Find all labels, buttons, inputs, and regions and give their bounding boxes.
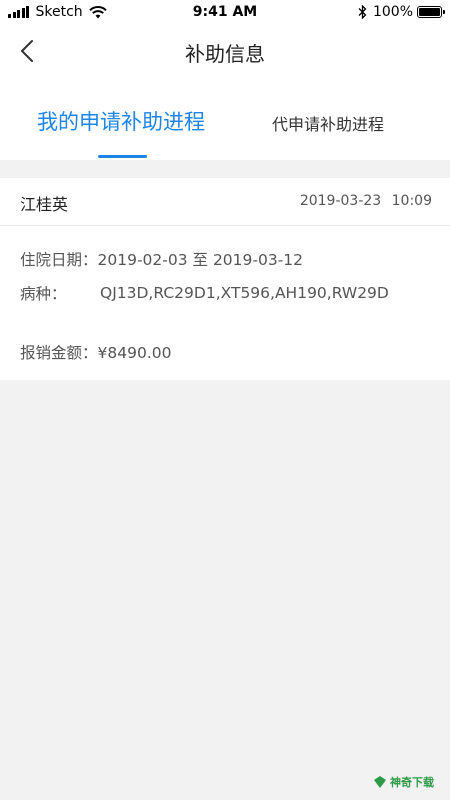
stay-dates-row: 住院日期：2019-02-03 至 2019-03-12 [20, 248, 303, 270]
watermark-logo-icon [374, 776, 386, 788]
battery-percent: 100% [372, 4, 413, 20]
battery-icon [417, 6, 445, 18]
page-title: 补助信息 [185, 42, 265, 66]
disease-value: QJ13D,RC29D1,XT596,AH190,RW29D [100, 284, 389, 302]
tab-proxy-applications[interactable]: 代申请补助进程 [272, 111, 384, 135]
disease-row: 病种： QJ13D,RC29D1,XT596,AH190,RW29D [20, 282, 389, 304]
tab-indicator [98, 155, 147, 158]
status-right: 100% [358, 4, 445, 20]
watermark: 神奇下载 [373, 774, 434, 790]
tab-my-applications[interactable]: 我的申请补助进程 [37, 106, 205, 136]
card-header: 江桂英 2019-03-23 10:09 [0, 178, 450, 226]
amount-row: 报销金额：¥8490.00 [20, 341, 171, 363]
application-datetime: 2019-03-23 10:09 [299, 193, 432, 209]
stay-dates-label: 住院日期： [20, 251, 98, 269]
disease-label: 病种： [20, 285, 67, 303]
applicant-name: 江桂英 [20, 195, 69, 214]
nav-bar: 补助信息 [0, 26, 450, 76]
watermark-text: 神奇下载 [390, 776, 434, 789]
tab-bar: 我的申请补助进程 代申请补助进程 [0, 100, 450, 160]
amount-value: ¥8490.00 [97, 344, 172, 362]
application-card[interactable]: 江桂英 2019-03-23 10:09 住院日期：2019-02-03 至 2… [0, 178, 450, 380]
stay-dates-value: 2019-02-03 至 2019-03-12 [97, 251, 304, 269]
bluetooth-icon [358, 5, 367, 19]
amount-label: 报销金额： [20, 344, 98, 362]
status-bar: Sketch 9:41 AM 100% [0, 0, 450, 26]
